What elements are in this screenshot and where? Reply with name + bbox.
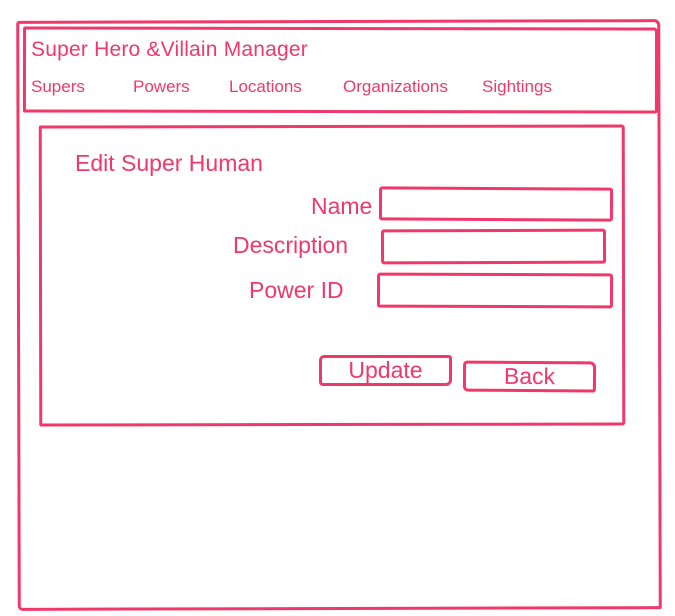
update-button[interactable]: Update <box>319 355 452 386</box>
app-title: Super Hero &Villain Manager <box>31 38 308 61</box>
nav-item-organizations[interactable]: Organizations <box>343 77 448 97</box>
back-button[interactable]: Back <box>462 360 597 393</box>
description-input[interactable] <box>380 228 607 265</box>
name-label: Name <box>311 193 373 219</box>
page: Super Hero &Villain Manager Supers Power… <box>0 0 675 616</box>
description-label: Description <box>233 232 349 258</box>
power-id-label: Power ID <box>249 277 344 303</box>
name-input[interactable] <box>378 186 614 222</box>
nav-item-locations[interactable]: Locations <box>229 77 302 97</box>
nav-item-supers[interactable]: Supers <box>31 77 85 97</box>
nav-item-powers[interactable]: Powers <box>133 77 190 97</box>
form-title: Edit Super Human <box>75 150 263 176</box>
nav-item-sightings[interactable]: Sightings <box>482 77 552 97</box>
power-id-input[interactable] <box>376 272 614 309</box>
